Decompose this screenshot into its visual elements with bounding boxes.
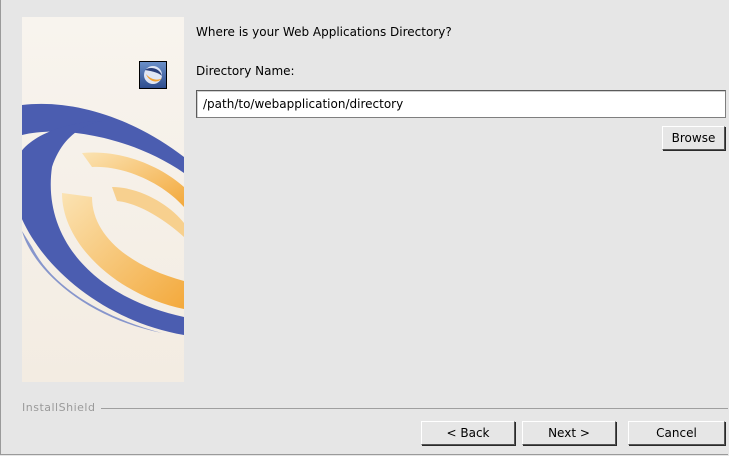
branding-separator: InstallShield [22, 401, 728, 415]
banner-panel [22, 17, 184, 382]
next-button[interactable]: Next > [522, 421, 616, 445]
installshield-logo-icon [139, 61, 167, 89]
brand-label: InstallShield [22, 401, 102, 414]
separator-rule [22, 408, 728, 409]
directory-name-label: Directory Name: [196, 64, 295, 78]
directory-name-field[interactable] [196, 90, 726, 118]
cancel-button[interactable]: Cancel [628, 421, 725, 445]
browse-button[interactable]: Browse [662, 126, 725, 150]
back-button[interactable]: < Back [421, 421, 515, 445]
page-question: Where is your Web Applications Directory… [196, 25, 452, 39]
